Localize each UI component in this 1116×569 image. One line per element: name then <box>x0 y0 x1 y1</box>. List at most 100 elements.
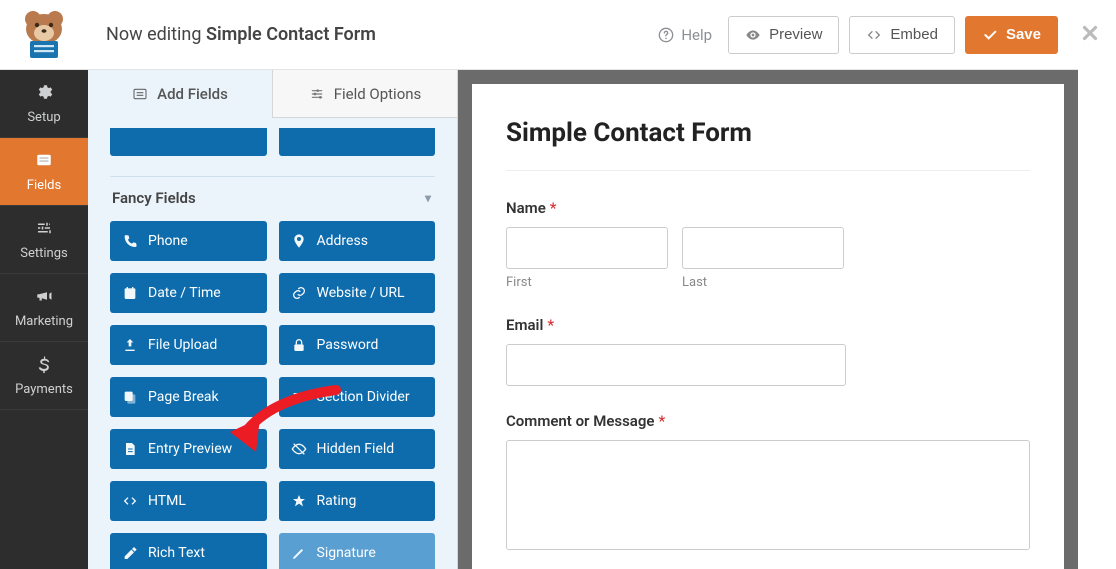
input-last-name[interactable] <box>682 227 844 269</box>
field-btn-pagebreak[interactable]: Page Break <box>110 377 267 417</box>
nav-fields[interactable]: Fields <box>0 138 88 206</box>
editing-prefix: Now editing <box>106 24 201 45</box>
field-btn-label: Address <box>317 233 368 249</box>
close-icon <box>1079 22 1101 44</box>
field-btn-richtext[interactable]: Rich Text <box>110 533 267 569</box>
label-comment: Comment or Message* <box>506 412 1030 430</box>
field-btn-address[interactable]: Address <box>279 221 436 261</box>
field-btn-label: Date / Time <box>148 285 221 301</box>
embed-button[interactable]: Embed <box>849 16 955 54</box>
field-btn-url[interactable]: Website / URL <box>279 273 436 313</box>
preview-area: Simple Contact Form Name* First Last Ema… <box>458 70 1078 569</box>
close-button[interactable] <box>1076 22 1104 49</box>
placeholder-card[interactable] <box>110 128 267 156</box>
tab-add-fields-label: Add Fields <box>157 85 228 103</box>
nav-fields-label: Fields <box>27 178 61 193</box>
pencil-icon <box>291 545 307 561</box>
sliders-icon <box>35 219 53 241</box>
tab-field-options-label: Field Options <box>334 85 422 103</box>
gear-icon <box>35 83 53 105</box>
panel-tabs: Add Fields Field Options <box>88 70 457 118</box>
help-label: Help <box>681 26 712 44</box>
preview-label: Preview <box>769 26 822 43</box>
field-btn-label: Entry Preview <box>148 441 232 457</box>
field-btn-label: Rich Text <box>148 545 205 561</box>
input-first-name[interactable] <box>506 227 668 269</box>
field-comment[interactable]: Comment or Message* <box>506 412 1030 554</box>
save-button[interactable]: Save <box>965 16 1058 54</box>
star-icon <box>291 493 307 509</box>
help-link[interactable]: Help <box>658 26 718 44</box>
field-btn-hidden[interactable]: Hidden Field <box>279 429 436 469</box>
phone-icon <box>122 233 138 249</box>
form-name[interactable]: Simple Contact Form <box>206 24 376 45</box>
field-grid: Phone Address Date / Time Website / URL File… <box>110 221 435 569</box>
nav-setup[interactable]: Setup <box>0 70 88 138</box>
input-email[interactable] <box>506 344 846 386</box>
pin-icon <box>291 233 307 249</box>
required-star: * <box>547 316 554 334</box>
name-columns: First Last <box>506 227 1030 290</box>
field-btn-label: Page Break <box>148 389 219 405</box>
add-fields-icon <box>132 86 148 102</box>
sublabel-last: Last <box>682 275 844 290</box>
field-btn-signature[interactable]: Signature <box>279 533 436 569</box>
nav-setup-label: Setup <box>27 110 60 125</box>
top-bar: Now editing Simple Contact Form Help Pre… <box>0 0 1078 70</box>
input-comment[interactable] <box>506 440 1030 550</box>
group-title: Fancy Fields <box>112 189 196 207</box>
nav-settings-label: Settings <box>20 246 67 261</box>
field-btn-label: Rating <box>317 493 357 509</box>
field-email[interactable]: Email* <box>506 316 1030 386</box>
eye-icon <box>745 27 761 43</box>
field-btn-file[interactable]: File Upload <box>110 325 267 365</box>
copy-icon <box>122 389 138 405</box>
page-title: Now editing Simple Contact Form <box>88 24 658 45</box>
form-title: Simple Contact Form <box>506 118 1030 171</box>
bars-icon <box>291 389 307 405</box>
field-btn-label: File Upload <box>148 337 217 353</box>
nav-settings[interactable]: Settings <box>0 206 88 274</box>
nav-payments-label: Payments <box>15 382 73 397</box>
required-star: * <box>658 412 665 430</box>
field-btn-label: Phone <box>148 233 188 249</box>
top-actions: Help Preview Embed Save <box>658 16 1058 54</box>
fields-panel: Add Fields Field Options Fancy Fields ▾ … <box>88 70 458 569</box>
left-nav: Setup Fields Settings Marketing Payments <box>0 70 88 569</box>
placeholder-card[interactable] <box>279 128 436 156</box>
label-name: Name* <box>506 199 1030 217</box>
code-icon <box>866 27 882 43</box>
tab-field-options[interactable]: Field Options <box>272 70 457 118</box>
save-label: Save <box>1006 26 1041 43</box>
bullhorn-icon <box>35 287 53 309</box>
tab-add-fields[interactable]: Add Fields <box>88 70 272 118</box>
panel-body[interactable]: Fancy Fields ▾ Phone Address Date / Time We… <box>88 118 457 569</box>
field-btn-datetime[interactable]: Date / Time <box>110 273 267 313</box>
field-btn-label: Password <box>317 337 379 353</box>
field-btn-section[interactable]: Section Divider <box>279 377 436 417</box>
label-email: Email* <box>506 316 1030 334</box>
field-btn-password[interactable]: Password <box>279 325 436 365</box>
link-icon <box>291 285 307 301</box>
preview-card[interactable]: Simple Contact Form Name* First Last Ema… <box>472 84 1064 569</box>
dollar-icon <box>35 355 53 377</box>
doc-icon <box>122 441 138 457</box>
field-btn-phone[interactable]: Phone <box>110 221 267 261</box>
lock-icon <box>291 337 307 353</box>
nav-marketing-label: Marketing <box>15 314 73 329</box>
field-btn-entrypreview[interactable]: Entry Preview <box>110 429 267 469</box>
group-fancy-fields[interactable]: Fancy Fields ▾ <box>110 176 435 221</box>
field-btn-rating[interactable]: Rating <box>279 481 436 521</box>
field-btn-label: Hidden Field <box>317 441 395 457</box>
nav-payments[interactable]: Payments <box>0 342 88 410</box>
nav-marketing[interactable]: Marketing <box>0 274 88 342</box>
upload-icon <box>122 337 138 353</box>
form-icon <box>35 151 53 173</box>
check-icon <box>982 27 998 43</box>
preview-button[interactable]: Preview <box>728 16 839 54</box>
field-btn-html[interactable]: HTML <box>110 481 267 521</box>
eye-off-icon <box>291 441 307 457</box>
partial-row <box>110 128 435 156</box>
logo <box>0 0 88 70</box>
field-name[interactable]: Name* First Last <box>506 199 1030 290</box>
